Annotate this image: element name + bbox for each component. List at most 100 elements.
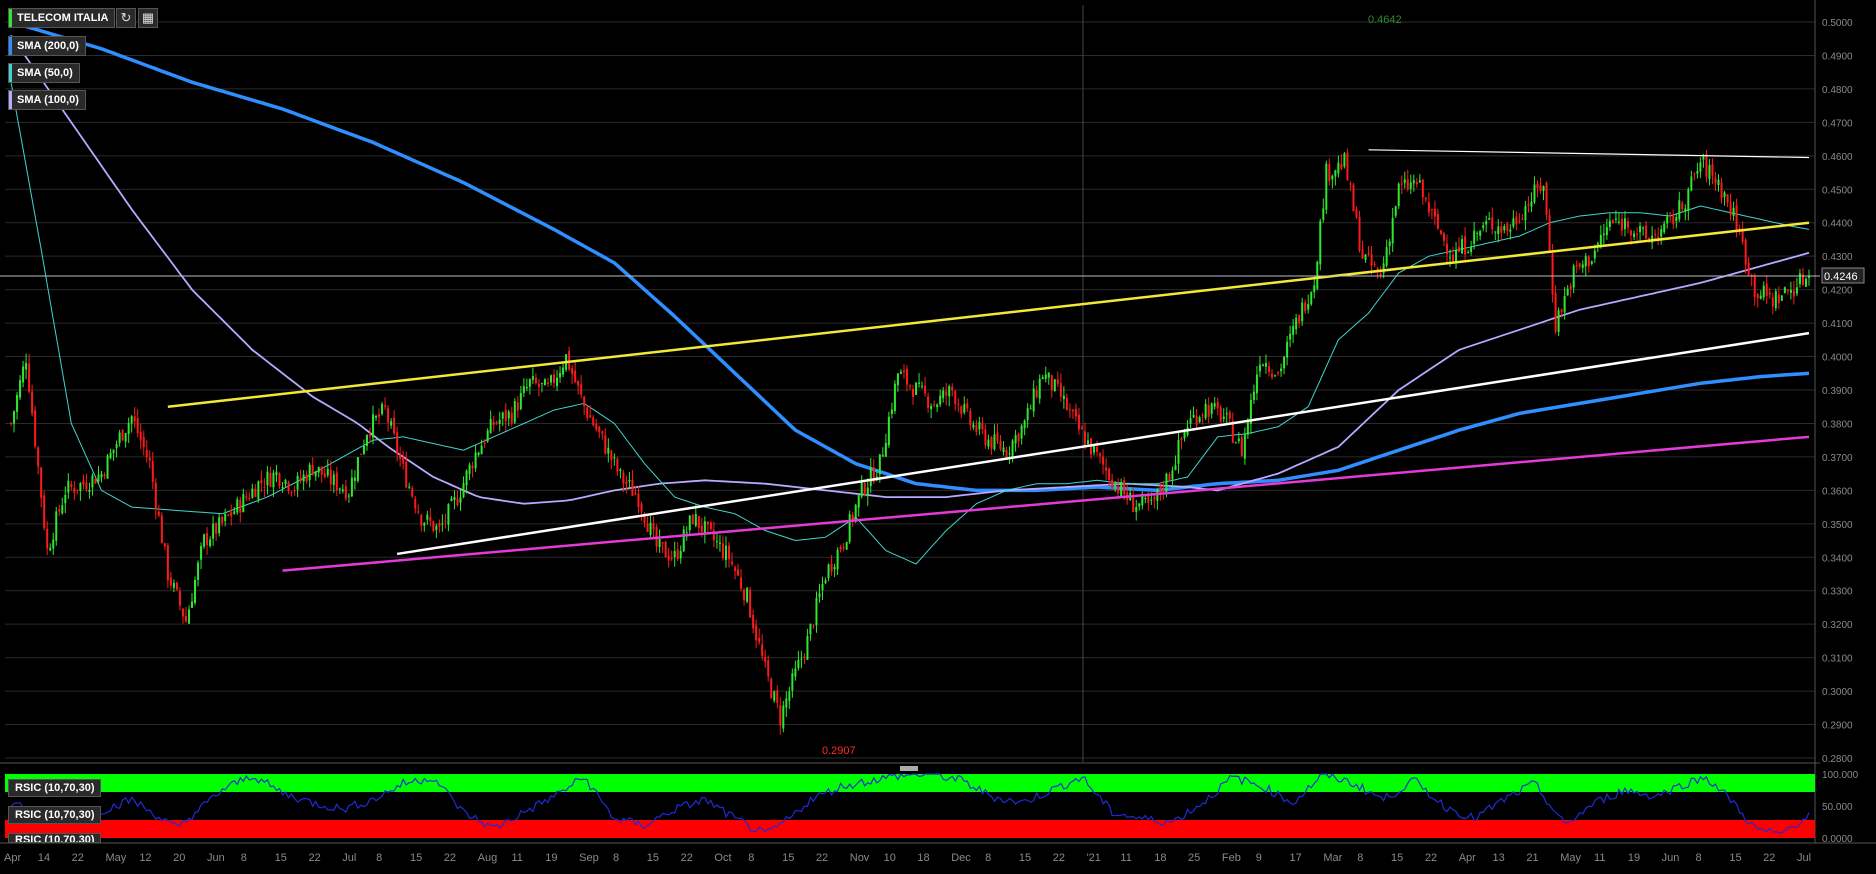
chart-grid — [5, 0, 1816, 843]
candle-body — [794, 668, 797, 677]
time-tick-label: 18 — [1154, 852, 1166, 864]
candle-body — [1120, 481, 1123, 497]
candle-body — [634, 492, 637, 495]
candle-body — [734, 567, 737, 572]
candle-body — [504, 409, 507, 422]
candle-body — [308, 464, 311, 481]
candle-body — [1771, 297, 1774, 307]
candle-body — [1213, 403, 1216, 407]
last-price-label: 0.4246 — [1824, 271, 1858, 283]
candle-body — [1225, 413, 1228, 415]
candle-body — [338, 488, 341, 490]
candle-body — [1352, 184, 1355, 212]
candle-body — [450, 498, 453, 501]
candle-body — [1506, 223, 1509, 232]
candle-body — [1765, 283, 1768, 296]
candle-body — [761, 644, 764, 656]
refresh-button[interactable]: ↻ — [116, 8, 136, 28]
candle-body — [525, 386, 528, 389]
instrument-badge[interactable]: TELECOM ITALIA — [8, 8, 116, 28]
legend-sma-100[interactable]: SMA (100,0) — [8, 90, 86, 110]
candle-body — [203, 534, 206, 547]
candle-body — [456, 498, 459, 506]
candle-body — [818, 593, 821, 598]
candle-body — [670, 557, 673, 559]
price-tick-label: 0.2800 — [1822, 754, 1853, 765]
candle-body — [1159, 487, 1162, 493]
candle-body — [1267, 366, 1270, 372]
rsi-label-1[interactable]: RSIC (10,70,30) — [8, 779, 102, 797]
low-annotation: 0.2907 — [822, 745, 856, 757]
candle-body — [378, 414, 381, 417]
candle-body — [1349, 183, 1352, 185]
candle-body — [1243, 433, 1246, 459]
candle-body — [52, 539, 55, 549]
high-annotation: 0.4642 — [1368, 14, 1402, 26]
price-tick-label: 0.4500 — [1822, 185, 1853, 196]
candle-body — [498, 419, 501, 424]
rsi-label-2[interactable]: RSIC (10,70,30) — [8, 806, 102, 824]
candle-body — [1102, 456, 1105, 465]
candle-body — [1183, 431, 1186, 439]
candle-body — [127, 422, 130, 434]
time-tick-label: 11 — [511, 852, 522, 864]
candle-body — [1261, 364, 1264, 366]
candle-body — [1388, 241, 1391, 247]
candle-body — [869, 467, 872, 486]
price-tick-label: 0.4300 — [1822, 252, 1853, 263]
candle-body — [115, 443, 118, 448]
candle-body — [417, 511, 420, 513]
price-tick-label: 0.4000 — [1822, 353, 1853, 364]
candle-body — [206, 532, 209, 546]
legend-sma-200[interactable]: SMA (200,0) — [8, 36, 86, 56]
candle-body — [1672, 215, 1675, 224]
rsi-axis: 100.00050.0000.0000 — [1822, 770, 1859, 845]
candle-body — [1747, 262, 1750, 276]
candle-body — [317, 466, 320, 473]
candle-body — [239, 500, 242, 513]
candle-body — [329, 469, 332, 485]
candle-body — [1575, 264, 1578, 267]
rsi-label-3[interactable]: RSIC (10,70,30) — [8, 833, 102, 843]
candle-body — [408, 486, 411, 488]
time-tick-label: 19 — [1628, 852, 1640, 864]
candle-body — [752, 614, 755, 629]
candle-body — [746, 587, 749, 602]
candle-body — [839, 547, 842, 550]
candle-body — [767, 660, 770, 677]
candle-body — [1397, 183, 1400, 206]
candle-body — [1195, 416, 1198, 426]
candle-body — [1234, 442, 1237, 444]
time-tick-label: May — [105, 852, 126, 864]
candle-body — [1777, 294, 1780, 304]
candle-body — [749, 590, 752, 618]
candle-body — [1020, 425, 1023, 439]
candle-body — [1491, 217, 1494, 230]
price-chart[interactable]: 0.2800 0.2900 0.3000 0.3100 0.3200 0.3300 0.34… — [0, 0, 1876, 874]
time-tick-label: 12 — [139, 852, 151, 864]
legend-sma-50[interactable]: SMA (50,0) — [8, 63, 80, 83]
candle-body — [592, 417, 595, 426]
candle-body — [447, 504, 450, 525]
candle-body — [1636, 233, 1639, 235]
candle-body — [402, 457, 405, 464]
candle-body — [531, 375, 534, 380]
candle-body — [1304, 302, 1307, 312]
candle-body — [46, 528, 49, 549]
calendar-button[interactable]: ▦ — [138, 8, 158, 28]
candle-body — [890, 409, 893, 414]
trendline — [1368, 149, 1810, 159]
candle-body — [652, 523, 655, 530]
candle-body — [936, 404, 939, 408]
candle-body — [1056, 379, 1059, 384]
candle-body — [112, 449, 115, 454]
candle-body — [957, 403, 960, 405]
candle-body — [1361, 249, 1364, 259]
rsi-label-3-text: RSIC (10,70,30) — [15, 834, 95, 843]
candle-body — [933, 404, 936, 406]
candle-body — [414, 498, 417, 509]
candle-body — [221, 516, 224, 523]
candle-body — [393, 417, 396, 434]
candle-body — [1050, 375, 1053, 390]
candle-body — [284, 479, 287, 485]
